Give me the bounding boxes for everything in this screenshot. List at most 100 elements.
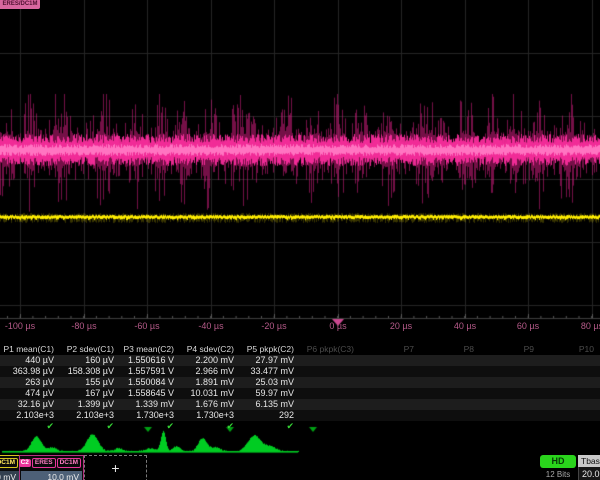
measurement-value: 263 µV (0, 377, 60, 388)
measurement-value (540, 399, 600, 410)
measurement-value: 59.97 mV (240, 388, 300, 399)
c1-vertical-scale: 10.0 mV (0, 471, 19, 480)
param-header[interactable]: P9 (480, 344, 540, 355)
param-header[interactable]: P10 (540, 344, 600, 355)
timebase-value: 20.0 µs (578, 467, 600, 480)
channel-descriptor-c1[interactable]: C1 DC1M 10.0 mV (0, 455, 21, 480)
measurement-value (480, 410, 540, 421)
measurement-value: 10.031 mV (180, 388, 240, 399)
oscilloscope-screen: ERES/DC1M -100 µs -80 µs -60 µs -40 µs -20 µ… (0, 0, 600, 480)
measurement-value (300, 366, 360, 377)
measure-table: P1 mean(C1)P2 sdev(C1)P3 mean(C2)P4 sdev… (0, 344, 600, 432)
param-header[interactable]: P8 (420, 344, 480, 355)
measurement-value: 2.200 mV (180, 355, 240, 366)
measurement-value (420, 366, 480, 377)
c2-coupling-badge: DC1M (57, 458, 81, 468)
time-tick-label: -80 µs (71, 321, 96, 331)
status-check-icon: ✔ (60, 421, 120, 432)
measurement-value (300, 410, 360, 421)
measurement-value: 1.339 mV (120, 399, 180, 410)
measurement-value (480, 399, 540, 410)
add-trace-button[interactable]: + (84, 455, 147, 480)
measurement-value (540, 377, 600, 388)
status-check-icon (420, 421, 480, 432)
measurement-value: 27.97 mV (240, 355, 300, 366)
measurement-value: 363.98 µV (0, 366, 60, 377)
time-tick-label: -40 µs (198, 321, 223, 331)
measurement-value (420, 410, 480, 421)
measurement-value: 1.676 mV (180, 399, 240, 410)
measurement-value: 2.103e+3 (0, 410, 60, 421)
status-check-icon: ✔ (120, 421, 180, 432)
measurement-value (360, 410, 420, 421)
measurement-value: 1.730e+3 (120, 410, 180, 421)
measurement-value: 6.135 mV (240, 399, 300, 410)
status-check-icon: ✔ (180, 421, 240, 432)
status-check-icon (480, 421, 540, 432)
time-tick-label: 0 µs (329, 321, 346, 331)
measurement-value (480, 388, 540, 399)
measurement-value: 25.03 mV (240, 377, 300, 388)
param-header[interactable]: P1 mean(C1) (0, 344, 60, 355)
hd-bits-label: 12 Bits (538, 470, 578, 479)
timebase-title: Tbase (578, 455, 600, 467)
measurement-value: 160 µV (60, 355, 120, 366)
measurement-value: 1.399 µV (60, 399, 120, 410)
param-header[interactable]: P2 sdev(C1) (60, 344, 120, 355)
measurement-value: 1.557591 V (120, 366, 180, 377)
measurement-value (360, 399, 420, 410)
measurement-value: 158.308 µV (60, 366, 120, 377)
trace-badge[interactable]: ERES/DC1M (0, 0, 40, 9)
channel-descriptor-c2[interactable]: C2 ERES DC1M 10.0 mV (19, 455, 84, 480)
time-axis: -100 µs -80 µs -60 µs -40 µs -20 µs 0 µs 20 µs… (0, 321, 600, 333)
measurement-value: 1.730e+3 (180, 410, 240, 421)
time-tick-label: -60 µs (134, 321, 159, 331)
status-check-icon (540, 421, 600, 432)
status-check-icon (360, 421, 420, 432)
measurement-value (420, 388, 480, 399)
measurement-value (360, 355, 420, 366)
measurement-value (480, 377, 540, 388)
measurement-value: 2.103e+3 (60, 410, 120, 421)
measurement-value (300, 388, 360, 399)
measurement-value (420, 377, 480, 388)
c2-label: C2 (19, 459, 31, 467)
measurement-value (360, 388, 420, 399)
measurement-value: 440 µV (0, 355, 60, 366)
measurement-value: 1.558645 V (120, 388, 180, 399)
param-header[interactable]: P4 sdev(C2) (180, 344, 240, 355)
measurement-value: 1.550084 V (120, 377, 180, 388)
measurement-value: 32.16 µV (0, 399, 60, 410)
status-check-icon: ✔ (240, 421, 300, 432)
hd-mode-badge[interactable]: HD (540, 455, 576, 468)
timebase-descriptor[interactable]: Tbase 20.0 µs (578, 455, 600, 480)
measurement-value (540, 388, 600, 399)
measurement-value: 1.891 mV (180, 377, 240, 388)
time-tick-label: 60 µs (517, 321, 539, 331)
measurement-value (540, 355, 600, 366)
param-header[interactable]: P3 mean(C2) (120, 344, 180, 355)
param-header[interactable]: P7 (360, 344, 420, 355)
measurement-value (360, 377, 420, 388)
measurement-value (300, 399, 360, 410)
measurement-value (480, 355, 540, 366)
measurement-value: 167 µV (60, 388, 120, 399)
measurement-value: 474 µV (0, 388, 60, 399)
measurement-value (360, 366, 420, 377)
param-header[interactable]: P6 pkpk(C3) (300, 344, 360, 355)
time-tick-label: -100 µs (5, 321, 35, 331)
param-header[interactable]: P5 pkpk(C2) (240, 344, 300, 355)
status-check-icon (300, 421, 360, 432)
measurement-value (300, 377, 360, 388)
measurement-value (480, 366, 540, 377)
time-tick-label: -20 µs (261, 321, 286, 331)
measurement-value: 2.966 mV (180, 366, 240, 377)
status-check-icon: ✔ (0, 421, 60, 432)
measurement-value (540, 366, 600, 377)
measurement-value: 155 µV (60, 377, 120, 388)
time-tick-label: 20 µs (390, 321, 412, 331)
time-tick-label: 40 µs (454, 321, 476, 331)
measurement-value (420, 399, 480, 410)
measurement-value: 1.550616 V (120, 355, 180, 366)
measurement-value: 33.477 mV (240, 366, 300, 377)
